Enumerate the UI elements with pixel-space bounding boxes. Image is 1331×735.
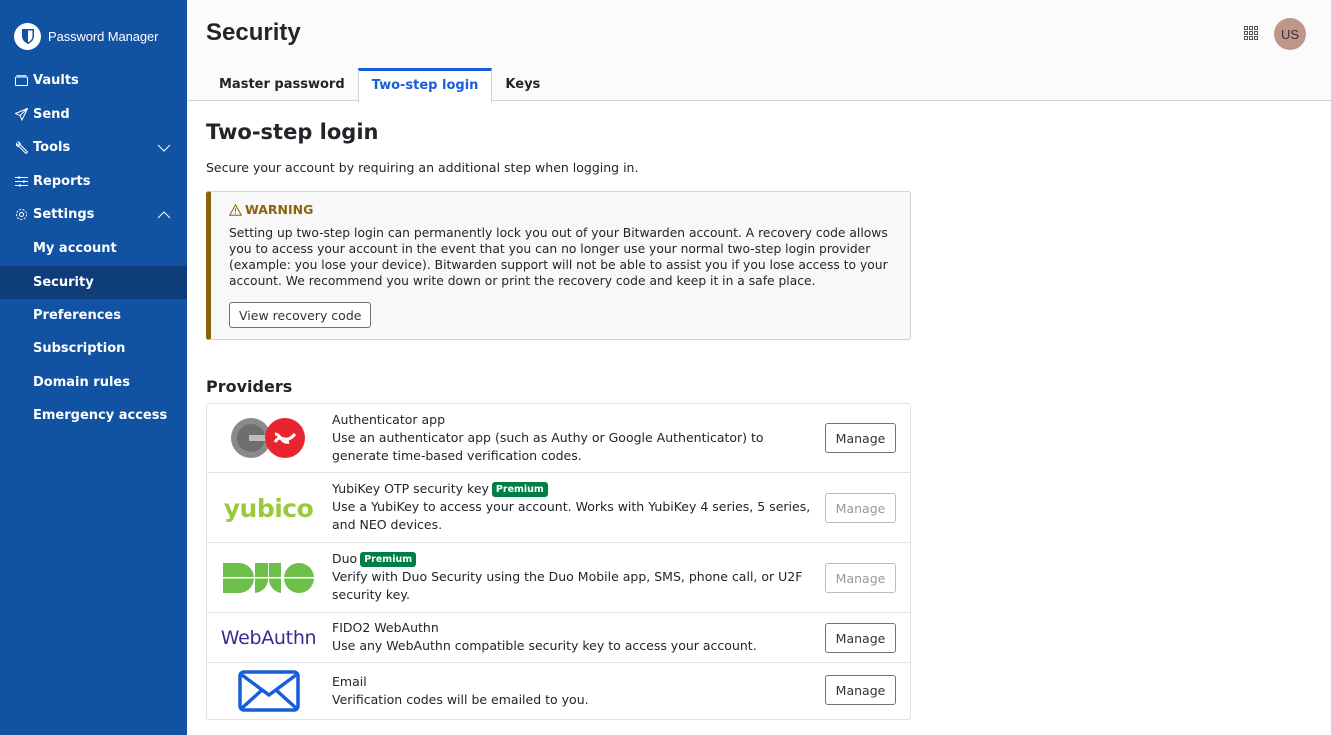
sidebar-item-my-account[interactable]: My account bbox=[0, 232, 187, 265]
sidebar-item-label: Tools bbox=[33, 140, 70, 155]
provider-email: Email Verification codes will be emailed… bbox=[207, 663, 910, 719]
sidebar-item-label: Security bbox=[33, 275, 94, 290]
provider-webauthn: WebAuthn FIDO2 WebAuthn Use any WebAuthn… bbox=[207, 613, 910, 663]
authenticator-app-icon bbox=[229, 416, 309, 460]
sidebar-item-domain-rules[interactable]: Domain rules bbox=[0, 366, 187, 399]
provider-duo: DuoPremium Verify with Duo Security usin… bbox=[207, 543, 910, 613]
sidebar-item-emergency-access[interactable]: Emergency access bbox=[0, 399, 187, 432]
app-title: Password Manager bbox=[48, 29, 158, 44]
manage-duo-button[interactable]: Manage bbox=[825, 563, 896, 593]
page-title: Security bbox=[206, 19, 301, 47]
section-subtitle: Secure your account by requiring an addi… bbox=[206, 160, 638, 175]
provider-info: Authenticator app Use an authenticator a… bbox=[332, 411, 812, 465]
chevron-up-icon bbox=[157, 208, 171, 222]
wrench-icon bbox=[14, 141, 28, 155]
sidebar-item-tools[interactable]: Tools bbox=[0, 131, 187, 164]
section-heading: Two-step login bbox=[206, 120, 379, 144]
provider-info: FIDO2 WebAuthn Use any WebAuthn compatib… bbox=[332, 619, 812, 655]
provider-yubikey: yubico YubiKey OTP security keyPremium U… bbox=[207, 473, 910, 543]
sidebar: Password Manager Vaults Send Tools Repor… bbox=[0, 0, 187, 735]
warning-body: Setting up two-step login can permanentl… bbox=[229, 225, 904, 289]
sidebar-item-send[interactable]: Send bbox=[0, 98, 187, 131]
sidebar-item-settings[interactable]: Settings bbox=[0, 198, 187, 231]
webauthn-logo: WebAuthn bbox=[221, 623, 316, 653]
warning-triangle-icon bbox=[229, 204, 242, 216]
tab-master-password[interactable]: Master password bbox=[206, 68, 358, 101]
providers-heading: Providers bbox=[206, 377, 292, 396]
authenticator-logo bbox=[221, 416, 316, 460]
yubico-logo-text: yubico bbox=[224, 494, 314, 523]
provider-info: YubiKey OTP security keyPremium Use a Yu… bbox=[332, 480, 812, 534]
vault-icon bbox=[14, 74, 28, 88]
email-logo bbox=[221, 670, 316, 712]
provider-description: Use a YubiKey to access your account. Wo… bbox=[332, 498, 812, 534]
sidebar-item-label: Preferences bbox=[33, 308, 121, 323]
sidebar-item-security[interactable]: Security bbox=[0, 266, 187, 299]
view-recovery-code-button[interactable]: View recovery code bbox=[229, 302, 371, 328]
provider-name: Email bbox=[332, 673, 367, 691]
yubico-logo: yubico bbox=[221, 488, 316, 528]
premium-badge: Premium bbox=[492, 482, 548, 497]
provider-name: Duo bbox=[332, 550, 357, 568]
provider-authenticator-app: Authenticator app Use an authenticator a… bbox=[207, 404, 910, 473]
provider-description: Use any WebAuthn compatible security key… bbox=[332, 637, 812, 655]
sidebar-item-preferences[interactable]: Preferences bbox=[0, 299, 187, 332]
sidebar-item-reports[interactable]: Reports bbox=[0, 165, 187, 198]
sidebar-item-subscription[interactable]: Subscription bbox=[0, 332, 187, 365]
manage-webauthn-button[interactable]: Manage bbox=[825, 623, 896, 653]
provider-description: Verification codes will be emailed to yo… bbox=[332, 691, 812, 709]
sidebar-item-label: Vaults bbox=[33, 73, 79, 88]
tab-keys[interactable]: Keys bbox=[492, 68, 553, 101]
bitwarden-shield-icon bbox=[14, 23, 41, 50]
warning-title: WARNING bbox=[229, 202, 313, 217]
sidebar-item-label: My account bbox=[33, 241, 117, 256]
provider-info: DuoPremium Verify with Duo Security usin… bbox=[332, 550, 812, 604]
provider-description: Use an authenticator app (such as Authy … bbox=[332, 429, 812, 465]
duo-logo bbox=[221, 563, 316, 593]
tab-bar: Master password Two-step login Keys bbox=[206, 68, 553, 101]
sidebar-item-label: Domain rules bbox=[33, 375, 130, 390]
warning-title-text: WARNING bbox=[245, 202, 313, 217]
provider-name: Authenticator app bbox=[332, 411, 445, 429]
sidebar-item-label: Subscription bbox=[33, 341, 125, 356]
send-icon bbox=[14, 108, 28, 122]
envelope-icon bbox=[238, 670, 300, 712]
manage-authenticator-button[interactable]: Manage bbox=[825, 423, 896, 453]
app-logo[interactable]: Password Manager bbox=[14, 23, 158, 50]
sidebar-item-label: Emergency access bbox=[33, 408, 167, 423]
provider-description: Verify with Duo Security using the Duo M… bbox=[332, 568, 812, 604]
chevron-down-icon bbox=[157, 141, 171, 155]
premium-badge: Premium bbox=[360, 552, 416, 567]
sliders-icon bbox=[14, 175, 28, 189]
avatar[interactable]: US bbox=[1274, 18, 1306, 50]
manage-email-button[interactable]: Manage bbox=[825, 675, 896, 705]
warning-callout: WARNING Setting up two-step login can pe… bbox=[206, 191, 911, 340]
tab-two-step-login[interactable]: Two-step login bbox=[358, 68, 493, 102]
product-switcher-icon[interactable] bbox=[1244, 26, 1258, 40]
sidebar-item-label: Settings bbox=[33, 207, 94, 222]
providers-list: Authenticator app Use an authenticator a… bbox=[206, 403, 911, 720]
provider-name: YubiKey OTP security key bbox=[332, 480, 489, 498]
duo-logo-icon bbox=[223, 563, 315, 593]
webauthn-logo-text: WebAuthn bbox=[221, 627, 317, 649]
provider-info: Email Verification codes will be emailed… bbox=[332, 673, 812, 709]
sidebar-item-vaults[interactable]: Vaults bbox=[0, 64, 187, 97]
provider-name: FIDO2 WebAuthn bbox=[332, 619, 439, 637]
manage-yubikey-button[interactable]: Manage bbox=[825, 493, 896, 523]
sidebar-item-label: Reports bbox=[33, 174, 90, 189]
gear-icon bbox=[14, 208, 28, 222]
sidebar-item-label: Send bbox=[33, 107, 70, 122]
